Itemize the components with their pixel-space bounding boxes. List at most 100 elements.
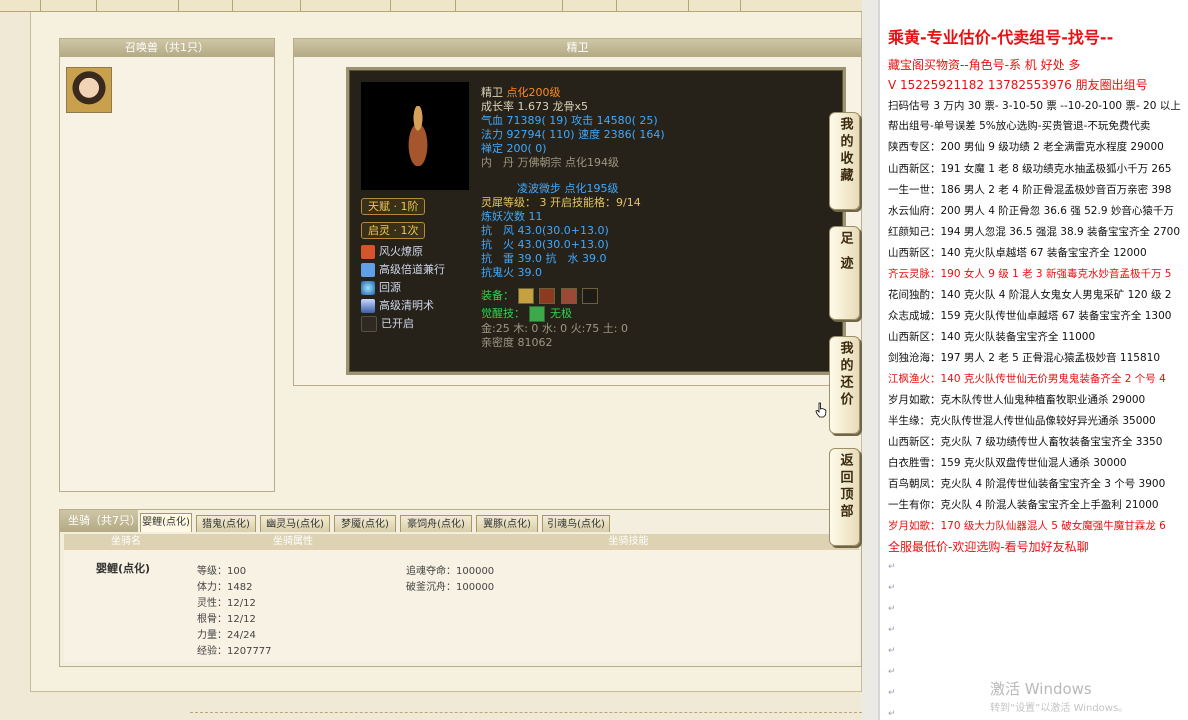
document-left-border <box>878 0 880 720</box>
neidan-value: 万佛朝宗 点化194级 <box>517 156 620 169</box>
my-bargain-button[interactable]: 我的还价 <box>829 336 860 434</box>
document-line: 藏宝阁买物资--角色号-系 机 好处 多 <box>888 58 1081 72</box>
bone-value: 龙骨x5 <box>552 100 589 113</box>
awaken-label: 觉醒技： <box>481 307 525 320</box>
document-line: 山西新区：140 克火队装备宝宝齐全 11000 <box>888 331 1096 343</box>
mount-attr: 等级：100 <box>197 566 247 577</box>
paragraph-mark-icon: ↵ <box>888 688 896 698</box>
paragraph-mark-icon: ↵ <box>888 562 896 572</box>
fire-skill-icon <box>361 245 375 259</box>
paragraph-mark-icon: ↵ <box>888 709 896 719</box>
equip-collar-icon[interactable] <box>560 288 577 304</box>
skill-label: 高级清明术 <box>379 299 434 312</box>
equip-ring-icon[interactable] <box>517 288 534 304</box>
document-line: 扫码估号 3 万内 30 票- 3-10-50 票 --10-20-100 票-… <box>888 100 1181 112</box>
paragraph-mark-icon: ↵ <box>888 583 896 593</box>
res-wind-value: 43.0(30.0+13.0) <box>517 224 609 237</box>
footprint-label: 足迹 <box>837 231 853 281</box>
summon-panel: 召唤兽（共1只） <box>59 38 275 492</box>
lianyao-count: 炼妖次数 11 <box>481 210 543 223</box>
hp-value: 71389( 19) <box>506 114 568 127</box>
mount-tab-2[interactable]: 幽灵马(点化) <box>260 515 330 532</box>
mount-tab-0[interactable]: 婴鲤(点化) <box>140 513 192 532</box>
text-document[interactable]: 乘黄-专业估价-代卖组号-找号-- 藏宝阁买物资--角色号-系 机 好处 多 V 1… <box>878 0 1188 720</box>
document-line: 帮出组号-单号误差 5%放心选购-买贵管退-不玩免费代卖 <box>888 120 1151 132</box>
wind-skill-icon <box>361 263 375 277</box>
document-line: 一生一世：186 男人 2 老 4 阶正骨混孟极妙音百万亲密 398 <box>888 184 1172 196</box>
top-toolbar-strip <box>0 0 862 12</box>
strip-divider <box>96 0 97 12</box>
res-fire-label: 抗 火 <box>481 238 514 251</box>
empty-slot-icon <box>361 316 377 332</box>
summon-portrait <box>361 82 469 190</box>
skill-item[interactable]: 已开启 <box>361 316 414 332</box>
strip-divider <box>688 0 689 12</box>
col-mount-skill: 坐骑技能 <box>608 536 649 547</box>
document-line: 陕西专区：200 男仙 9 级功绩 2 老全满雷克水程度 29000 <box>888 141 1164 153</box>
awaken-skill-icon <box>528 306 545 322</box>
equip-empty-icon[interactable] <box>582 288 598 304</box>
strip-divider <box>390 0 391 12</box>
neidan-label: 内 丹 <box>481 156 514 169</box>
skill-label: 已开启 <box>381 317 414 330</box>
document-line: 山西新区：191 女魔 1 老 8 级功绩克水抽孟极狐小千万 265 <box>888 163 1172 175</box>
growth-value: 1.673 <box>517 100 550 113</box>
mount-skill: 破釜沉舟：100000 <box>406 582 495 593</box>
favorites-button[interactable]: 我的收藏 <box>829 112 860 210</box>
summon-info-card: 精卫 点化200级 成长率 1.673 龙骨x5 气血 71389( 19) 攻… <box>346 67 846 375</box>
hand-pointer-icon <box>815 402 827 418</box>
atk-value: 14580( 25) <box>596 114 658 127</box>
awaken-value: 无极 <box>550 307 572 320</box>
col-mount-attr: 坐骑属性 <box>273 536 313 547</box>
strip-divider <box>300 0 301 12</box>
qiling-badge[interactable]: 启灵 · 1次 <box>361 222 425 239</box>
document-line: 白衣胜雪：159 克火队双盘传世仙混人通杀 30000 <box>888 457 1127 469</box>
skill-item[interactable]: 高级清明术 <box>361 298 434 314</box>
mount-panel-title: 坐骑（共7只） <box>60 510 141 532</box>
summon-avatar[interactable] <box>66 67 112 113</box>
skill-label: 高级倍道兼行 <box>379 263 445 276</box>
paragraph-mark-icon: ↵ <box>888 604 896 614</box>
equip-armor-icon[interactable] <box>539 288 555 304</box>
document-line: 齐云灵脉：190 女人 9 级 1 老 3 新强毒克水妙音孟极千万 5 <box>888 268 1172 280</box>
document-line: 全服最低价-欢迎选购-看号加好友私聊 <box>888 540 1089 554</box>
summon-panel-header: 召唤兽（共1只） <box>60 39 274 57</box>
mount-panel: 坐骑（共7只） 婴鲤(点化) 猎鬼(点化) 幽灵马(点化) 梦魇(点化) 豪饲舟… <box>59 509 862 667</box>
mount-tab-4[interactable]: 豪饲舟(点化) <box>400 515 472 532</box>
scroll-skill-icon <box>361 299 375 313</box>
paragraph-mark-icon: ↵ <box>888 667 896 677</box>
skill-label: 回源 <box>379 281 401 294</box>
talent-badge[interactable]: 天赋 · 1阶 <box>361 198 425 215</box>
strip-divider <box>616 0 617 12</box>
zen-label: 禅定 <box>481 142 503 155</box>
activate-windows-watermark: 激活 Windows <box>990 680 1092 698</box>
skill-label: 风火燎原 <box>379 245 423 258</box>
activate-windows-subtext: 转到“设置”以激活 Windows。 <box>990 703 1129 714</box>
mp-value: 92794( 110) <box>506 128 575 141</box>
mount-attr: 力量：24/24 <box>197 630 256 641</box>
atk-label: 攻击 <box>571 114 594 127</box>
res-water-label: 抗 水 <box>545 252 579 265</box>
skill-item[interactable]: 风火燎原 <box>361 244 423 260</box>
strip-divider <box>40 0 41 12</box>
mount-tab-3[interactable]: 梦魇(点化) <box>334 515 396 532</box>
res-thunder-value: 39.0 <box>517 252 543 265</box>
paragraph-mark-icon: ↵ <box>888 646 896 656</box>
back-to-top-button[interactable]: 返回顶部 <box>829 448 860 546</box>
mount-skill: 追魂夺命：100000 <box>406 566 495 577</box>
mount-tab-1[interactable]: 猎鬼(点化) <box>196 515 256 532</box>
summon-sprite-icon <box>401 106 435 166</box>
res-fire-value: 43.0(30.0+13.0) <box>517 238 609 251</box>
strip-divider <box>562 0 563 12</box>
col-mount-name: 坐骑名 <box>111 536 141 547</box>
skill-item[interactable]: 高级倍道兼行 <box>361 262 445 278</box>
mount-tab-6[interactable]: 引魂鸟(点化) <box>542 515 610 532</box>
skill-item[interactable]: 回源 <box>361 280 401 296</box>
footprint-button[interactable]: 足迹 <box>829 226 860 320</box>
document-line: 百鸟朝凤：克火队 4 阶混传世仙装备宝宝齐全 3 个号 3900 <box>888 478 1166 490</box>
document-line: 剑独沧海：197 男人 2 老 5 正骨混心猿孟极妙音 115810 <box>888 352 1161 364</box>
mount-attr: 经验：1207777 <box>197 646 272 657</box>
mount-tab-5[interactable]: 翼豚(点化) <box>476 515 538 532</box>
res-thunder-label: 抗 雷 <box>481 252 514 265</box>
strip-divider <box>455 0 456 12</box>
